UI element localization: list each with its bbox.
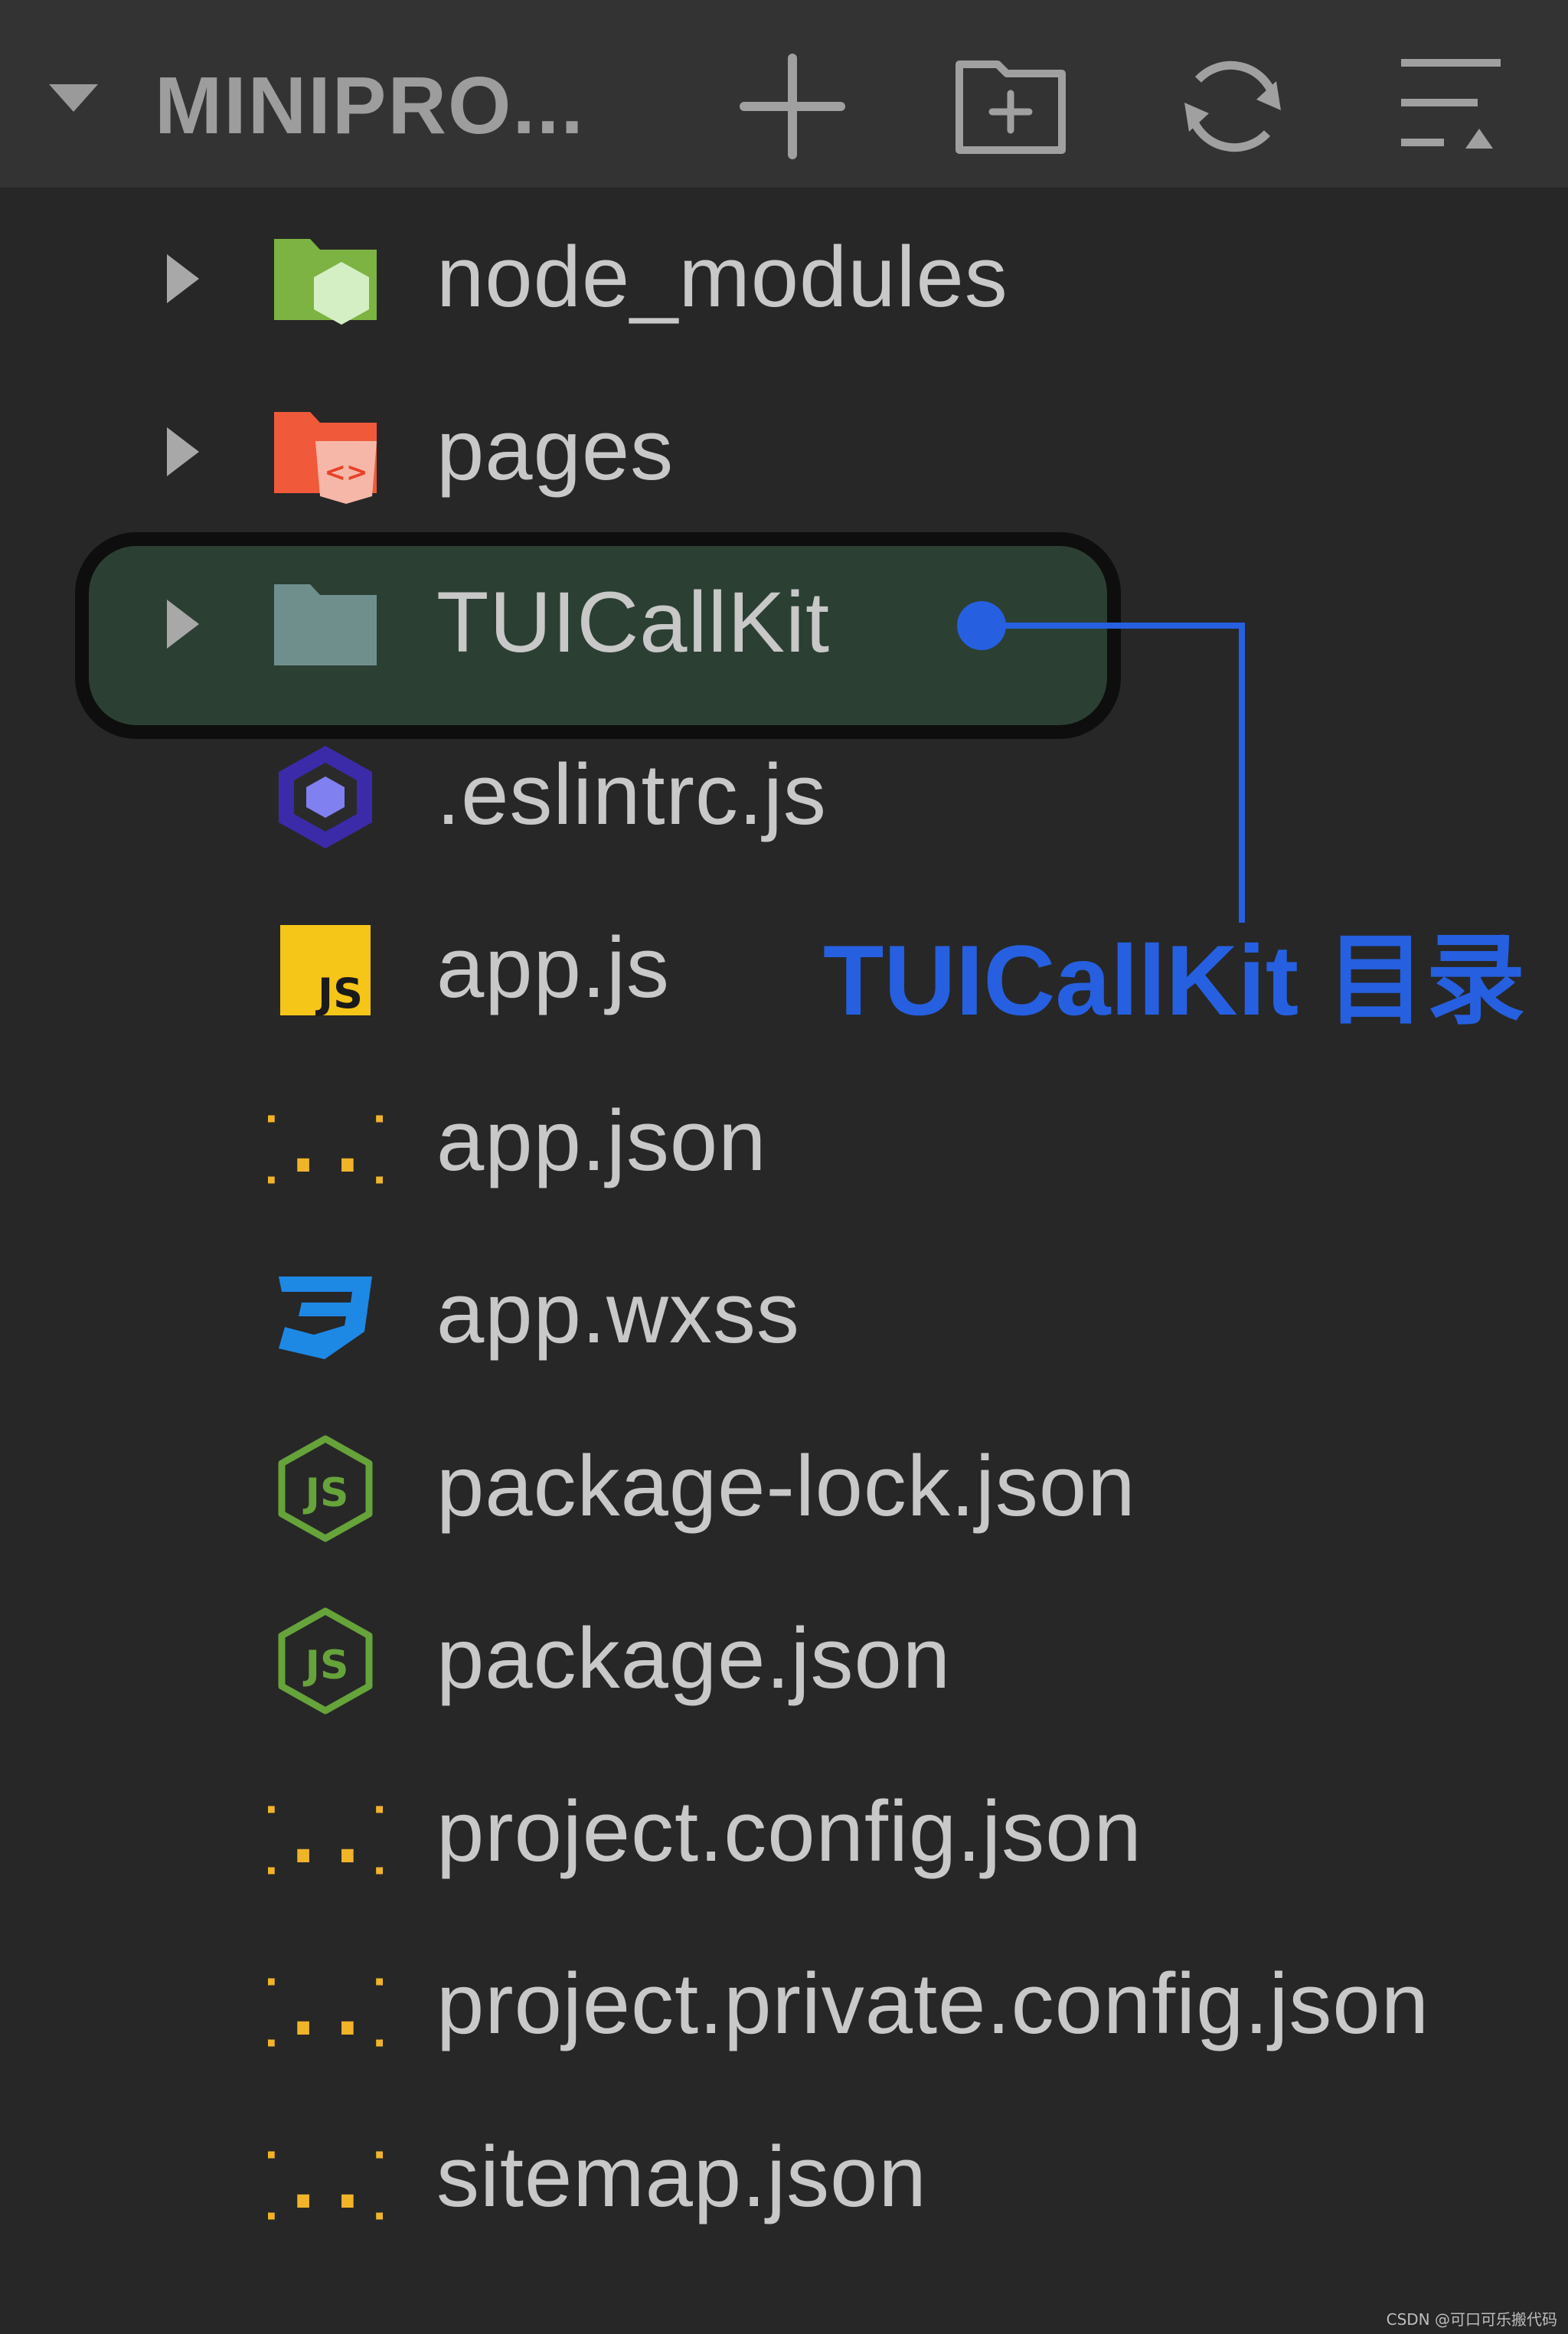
file-name: app.json: [436, 1093, 767, 1188]
chevron-down-icon[interactable]: [49, 84, 98, 112]
refresh-icon[interactable]: [1175, 49, 1290, 164]
json-icon: {..}: [268, 1103, 383, 1189]
tree-folder-pages[interactable]: <> pages: [0, 366, 1568, 538]
file-name: app.js: [436, 920, 670, 1015]
nodejs-icon: JS: [278, 1435, 373, 1542]
file-name: .eslintrc.js: [436, 747, 827, 842]
css-icon: [279, 1277, 372, 1359]
eslint-icon: [279, 746, 372, 848]
tree-file-package-json[interactable]: JS package.json: [0, 1574, 1568, 1747]
nodejs-icon: JS: [278, 1607, 373, 1715]
file-name: package.json: [436, 1610, 952, 1706]
file-name: package-lock.json: [436, 1438, 1136, 1534]
svg-text:JS: JS: [303, 1643, 349, 1688]
tree-file-app-wxss[interactable]: app.wxss: [0, 1229, 1568, 1401]
json-icon: {..}: [268, 2140, 383, 2225]
explorer-title[interactable]: MINIPRO...: [155, 60, 585, 152]
file-name: node_modules: [436, 229, 1008, 325]
svg-text:<>: <>: [325, 457, 368, 488]
tree-file-project-private-config[interactable]: {..} project.private.config.json: [0, 1920, 1568, 2092]
tree-file-eslintrc[interactable]: .eslintrc.js: [0, 711, 1568, 883]
collapse-all-icon[interactable]: [1393, 49, 1508, 164]
watermark: CSDN @可口可乐搬代码: [1386, 2310, 1557, 2329]
tree-file-sitemap[interactable]: {..} sitemap.json: [0, 2093, 1568, 2265]
svg-text:JS: JS: [303, 1470, 349, 1516]
file-name: pages: [436, 402, 675, 498]
svg-text:{..}: {..}: [268, 1966, 383, 2052]
svg-text:{..}: {..}: [268, 1794, 383, 1880]
json-icon: {..}: [268, 1966, 383, 2052]
file-name: sitemap.json: [436, 2129, 927, 2224]
svg-text:JS: JS: [315, 969, 363, 1018]
tree-file-package-lock[interactable]: JS package-lock.json: [0, 1402, 1568, 1574]
pages-folder-icon: <>: [274, 412, 377, 504]
json-icon: {..}: [268, 1794, 383, 1880]
new-file-icon[interactable]: [735, 49, 850, 164]
file-name: app.wxss: [436, 1265, 800, 1361]
chevron-right-icon[interactable]: [167, 600, 199, 649]
tree-folder-tuicallkit[interactable]: TUICallKit: [0, 538, 1568, 711]
svg-text:{..}: {..}: [268, 2140, 383, 2225]
chevron-right-icon[interactable]: [167, 254, 199, 303]
tree-folder-node-modules[interactable]: node_modules: [0, 193, 1568, 365]
explorer-header: MINIPRO...: [0, 0, 1568, 188]
new-folder-icon[interactable]: [953, 49, 1068, 164]
js-icon: JS: [280, 925, 371, 1018]
annotation-label: TUICallKit 目录: [823, 924, 1526, 1036]
file-name: project.config.json: [436, 1783, 1142, 1879]
tree-file-app-json[interactable]: {..} app.json: [0, 1057, 1568, 1229]
file-name: project.private.config.json: [436, 1956, 1430, 2051]
tree-file-project-config[interactable]: {..} project.config.json: [0, 1747, 1568, 1920]
file-name: TUICallKit: [436, 574, 831, 670]
node-modules-folder-icon: [274, 239, 377, 325]
svg-text:{..}: {..}: [268, 1103, 383, 1189]
chevron-right-icon[interactable]: [167, 427, 199, 476]
folder-icon: [274, 584, 377, 665]
